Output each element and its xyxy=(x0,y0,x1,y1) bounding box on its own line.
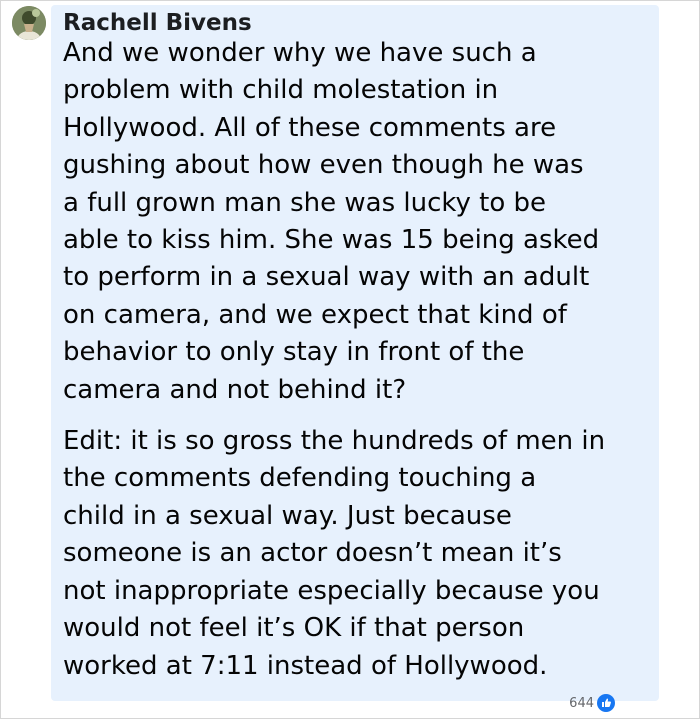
reaction-summary[interactable]: 644 xyxy=(569,694,615,712)
comment-paragraph: Edit: it is so gross the hundreds of men… xyxy=(63,426,606,681)
avatar-image xyxy=(12,6,46,40)
comment-body: And we wonder why we have such a problem… xyxy=(63,35,655,685)
comment-author[interactable]: Rachell Bivens xyxy=(63,9,252,37)
avatar[interactable] xyxy=(12,6,46,40)
like-icon xyxy=(597,694,615,712)
comment-paragraph: And we wonder why we have such a problem… xyxy=(63,38,600,405)
reaction-count: 644 xyxy=(569,695,594,711)
comment-card: Rachell Bivens And we wonder why we have… xyxy=(0,0,700,719)
